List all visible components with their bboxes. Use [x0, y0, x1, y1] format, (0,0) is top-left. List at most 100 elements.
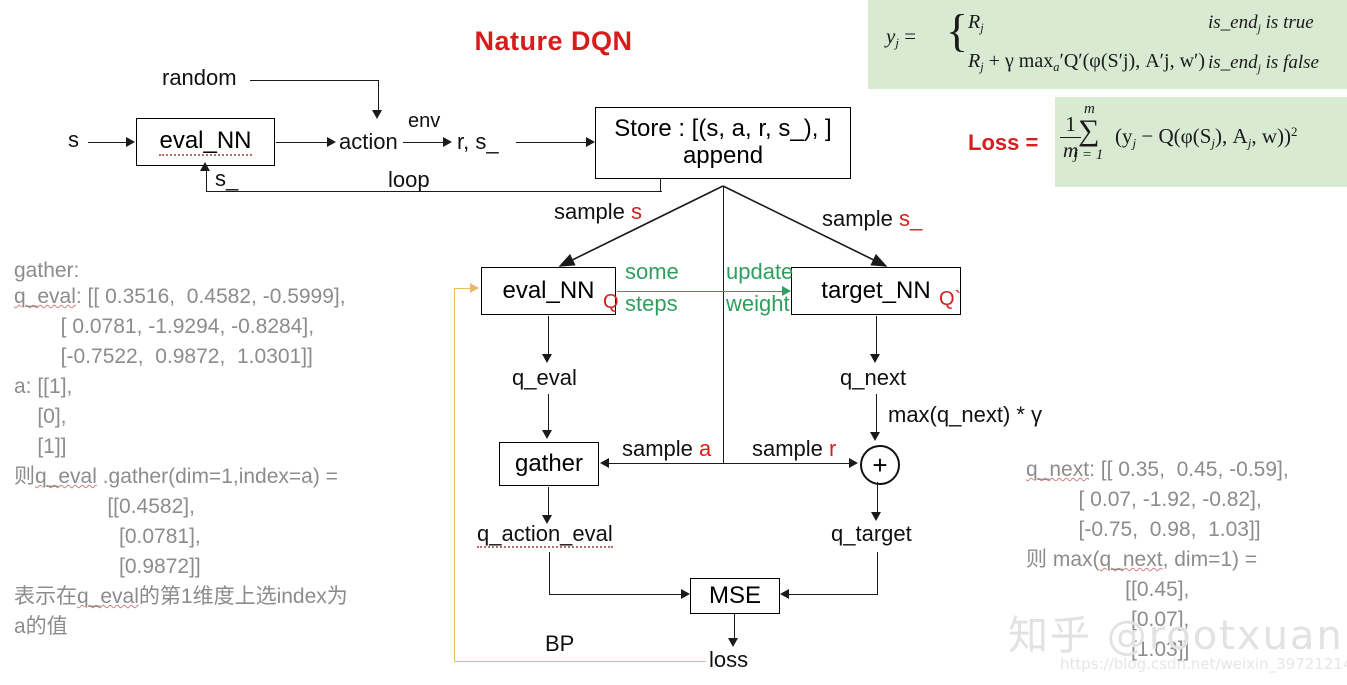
arrow-s-to-evalnn-head [126, 137, 135, 147]
notes-left-qeval-name: q_eval [14, 285, 76, 308]
sample-r-line [723, 463, 851, 464]
store-line-2: append [682, 142, 764, 169]
sample-r-arrow-head [849, 458, 858, 468]
arrow-qeval-to-gather-line [548, 394, 549, 434]
gather-label: gather [514, 449, 584, 477]
plus-symbol: + [872, 450, 888, 480]
q-action-eval-label: q_action_eval [477, 521, 613, 548]
mse-right-input-head [780, 589, 789, 599]
loop-feedback-label: s_ [215, 166, 239, 191]
notes-left-gather-call: 则q_eval .gather(dim=1,index=a) = [14, 462, 338, 492]
eval-nn-label: eval_NN [502, 276, 595, 304]
sample-a-arrow-head [600, 458, 609, 468]
notes-right-max-rest: , dim=1) = [1162, 548, 1258, 571]
notes-left-gather-prefix: 则 [14, 465, 35, 488]
notes-left-gather-result-1: [0.0781], [14, 525, 201, 548]
arrow-r-to-store-line [516, 142, 588, 143]
q-eval-label: q_eval [512, 365, 577, 390]
target-value-formula-panel: yj = { Rj is_endj is true Rj + γ maxaʹQʹ… [868, 0, 1347, 89]
formula-case2-tail: ʹQʹ(φ(Sʹj), Aʹj, wʹ) [1059, 50, 1206, 72]
reward-next-state-label: r, s_ [457, 129, 499, 154]
notes-left-qeval-row-0: q_eval: [[ 0.3516, 0.4582, -0.5999], [14, 282, 346, 312]
arrow-plus-to-qtarget-line [877, 482, 878, 516]
loss-body-mid: − Q(φ(S [1136, 124, 1212, 149]
notes-left-explanation-rest: 的第1维度上选index为 [138, 585, 348, 608]
some-label: some [625, 259, 679, 284]
store-box[interactable]: Store : [(s, a, r, s_), ] append [595, 107, 851, 179]
notes-left-qeval-row-2: [-0.7522, 0.9872, 1.0301]] [14, 345, 313, 368]
loop-line-horizontal [206, 191, 662, 192]
random-arrow-head [372, 110, 382, 119]
arrow-qnext-to-plus-line [876, 394, 877, 436]
loss-body: (yj − Q(φ(Sj), Aj, w))2 [1115, 124, 1298, 151]
sample-a-label: sample a [622, 436, 711, 461]
notes-right-max-result-0: [[0.45], [1026, 578, 1190, 601]
bp-label: BP [545, 631, 575, 656]
formula-case1-cond-tail: is true [1260, 12, 1314, 33]
random-label: random [162, 65, 237, 90]
arrow-qeval-to-gather-head [542, 430, 552, 439]
formula-brace: { [946, 5, 969, 56]
notes-left-explanation-line-2: a的值 [14, 615, 68, 638]
eval-nn-top-box[interactable]: eval_NN [136, 118, 275, 166]
sample-s-variable: s [631, 199, 643, 224]
target-nn-box[interactable]: target_NN [791, 267, 961, 315]
mse-box[interactable]: MSE [690, 578, 780, 614]
loss-body-mid2: ), A [1215, 124, 1248, 149]
sample-a-line [608, 463, 723, 464]
arrow-qnext-to-plus-head [870, 432, 880, 441]
formula-equals: = [904, 24, 917, 48]
mse-right-input-vertical [877, 552, 878, 594]
formula-case2-cond: is_end [1208, 52, 1258, 73]
arrow-targetnn-to-qnext-line [876, 316, 877, 358]
notes-left-a-row-0: a: [[1], [14, 375, 73, 398]
loop-label: loop [388, 167, 430, 192]
sample-s-word: sample [554, 199, 625, 224]
page-title-text: Nature DQN [474, 26, 633, 56]
arrow-s-to-evalnn-line [88, 142, 128, 143]
notes-left-explanation-line-1: 表示在q_eval的第1维度上选index为 [14, 582, 348, 612]
watermark-url: https://blog.csdn.net/weixin_39721214 [1060, 655, 1347, 673]
arrow-targetnn-to-qnext-head [870, 354, 880, 363]
formula-case2-rest: + γ max [983, 50, 1054, 72]
notes-left-explanation-prefix: 表示在 [14, 585, 77, 608]
arrow-r-to-store-head [586, 137, 595, 147]
mse-label: MSE [708, 581, 761, 609]
eval-nn-box[interactable]: eval_NN [481, 267, 616, 315]
notes-left-qeval-row-1: [ 0.0781, -1.9294, -0.8284], [14, 315, 315, 338]
loop-line-vertical [206, 170, 207, 192]
input-state-label: s [68, 127, 79, 152]
max-qnext-gamma-label: max(q_next) * γ [888, 402, 1043, 427]
arrow-evalnn-to-qeval-head [542, 354, 552, 363]
notes-right-qnext-name: q_next [1026, 458, 1090, 481]
loss-sigma: ∑ [1078, 114, 1100, 147]
bp-path-vertical [454, 288, 455, 662]
notes-left-gather-rest: .gather(dim=1,index=a) = [96, 465, 338, 488]
notes-right-qnext-row-1: [ 0.07, -1.92, -0.82], [1026, 488, 1262, 511]
formula-case1-expr: R [968, 11, 981, 33]
notes-right-max-call: 则 max(q_next, dim=1) = [1026, 545, 1257, 575]
watermark-text: 知乎 @rootxuan [1008, 613, 1344, 659]
gather-box[interactable]: gather [499, 442, 599, 486]
formula-case2-expr: R [968, 50, 981, 72]
target-nn-label: target_NN [821, 276, 931, 304]
loop-arrow-head [200, 162, 210, 171]
loss-sigma-bottom: j = 1 [1074, 147, 1104, 163]
q-action-eval-text: q_action_eval [477, 521, 613, 548]
q-target-label: q_target [831, 521, 912, 546]
arrow-action-to-r-line [403, 142, 445, 143]
eval-nn-top-label: eval_NN [159, 127, 252, 157]
sample-r-label: sample r [752, 436, 836, 461]
formula-case1-cond: is_end [1208, 12, 1258, 33]
weight-label: weight [726, 291, 790, 316]
notes-left-gather-name: q_eval [35, 465, 97, 488]
add-operator-node[interactable]: + [860, 445, 900, 485]
store-line-1: Store : [(s, a, r, s_), ] [614, 115, 832, 143]
random-elbow-vertical [378, 80, 379, 112]
env-label: env [408, 110, 441, 132]
sample-a-word: sample [622, 436, 693, 461]
notes-right-qnext-row-2: [-0.75, 0.98, 1.03]] [1026, 518, 1261, 541]
sample-s-label: sample s [554, 199, 643, 224]
arrow-evalnn-to-action-line [276, 142, 329, 143]
formula-y-lhs-sub: j [895, 35, 899, 51]
